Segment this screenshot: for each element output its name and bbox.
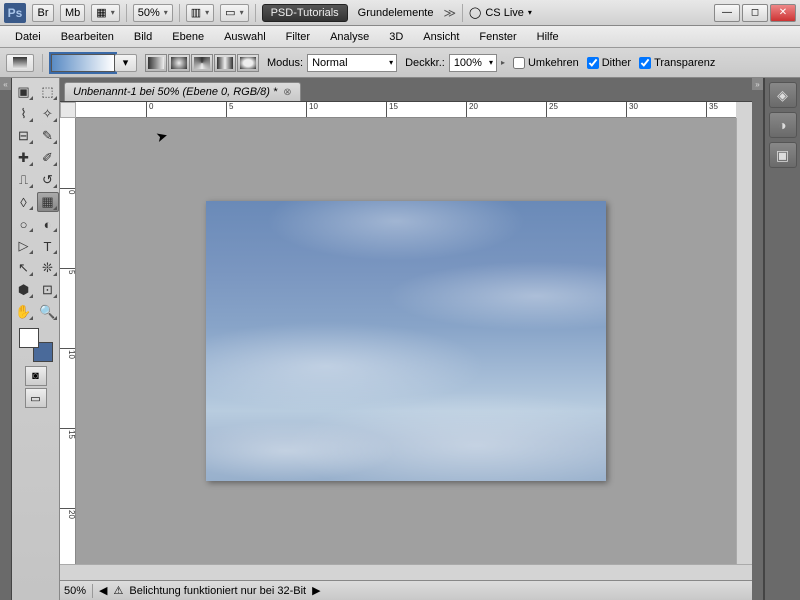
document-area: Unbenannt-1 bei 50% (Ebene 0, RGB/8) * ⊗… (60, 78, 752, 600)
menu-bild[interactable]: Bild (125, 28, 161, 46)
workspace-more-icon[interactable]: ≫ (443, 6, 456, 20)
document-tab-close-icon[interactable]: ⊗ (283, 87, 291, 98)
opacity-flyout-icon[interactable]: ▸ (501, 58, 505, 67)
dither-checkbox[interactable]: Dither (587, 57, 631, 69)
menu-filter[interactable]: Filter (277, 28, 319, 46)
ruler-origin[interactable] (60, 102, 76, 118)
gradient-type-group (145, 54, 259, 72)
screenmode-dropdown[interactable]: ▭ (220, 4, 248, 22)
adjustments-panel-icon[interactable]: ◑ (769, 112, 797, 138)
arrange-dropdown[interactable]: ▥ (186, 4, 214, 22)
gradient-linear[interactable] (145, 54, 167, 72)
tool-hand[interactable]: ✋ (13, 302, 35, 322)
tool-blur[interactable]: ○ (13, 214, 35, 234)
ruler-horizontal[interactable]: 505101520253035 (76, 102, 736, 118)
scrollbar-vertical[interactable] (736, 118, 752, 564)
right-collapse-strip[interactable]: » (752, 78, 764, 600)
tool-type[interactable]: T (37, 236, 59, 256)
view-extras-dropdown[interactable]: ▦ (91, 4, 119, 22)
quickmask-button[interactable]: ◙ (25, 366, 47, 386)
app-logo: Ps (4, 3, 26, 23)
menu-ansicht[interactable]: Ansicht (414, 28, 468, 46)
tool-zoom[interactable]: 🔍 (37, 302, 59, 322)
gradient-picker-dropdown[interactable]: ▾ (115, 54, 137, 72)
tool-heal[interactable]: ✚ (13, 148, 35, 168)
status-zoom[interactable]: 50% (64, 585, 86, 597)
status-bar: 50% ◀ ⚠ Belichtung funktioniert nur bei … (60, 580, 752, 600)
canvas-image[interactable] (206, 201, 606, 481)
tool-brush[interactable]: ✐ (37, 148, 59, 168)
options-bar: ▾ ➤ Modus: Normal Deckkr.: 100% ▸ Umkehr… (0, 48, 800, 78)
foreground-swatch[interactable] (19, 328, 39, 348)
tool-marquee[interactable]: ⬚ (37, 82, 59, 102)
reverse-checkbox[interactable]: Umkehren (513, 57, 579, 69)
left-collapse-strip[interactable]: « (0, 78, 12, 600)
menu-hilfe[interactable]: Hilfe (528, 28, 568, 46)
maximize-button[interactable]: ◻ (742, 4, 768, 22)
gradient-radial[interactable] (168, 54, 190, 72)
tool-move[interactable]: ▣ (13, 82, 35, 102)
tool-stamp[interactable]: ⎍ (13, 170, 35, 190)
transparency-checkbox[interactable]: Transparenz (639, 57, 715, 69)
masks-panel-icon[interactable]: ▣ (769, 142, 797, 168)
tool-lasso[interactable]: ⌇ (13, 104, 35, 124)
gradient-reflected[interactable] (214, 54, 236, 72)
cslive-icon: ◯ (469, 6, 481, 19)
minimize-button[interactable]: — (714, 4, 740, 22)
gradient-angle[interactable] (191, 54, 213, 72)
tool-panel: ▣⬚⌇✧⊟✎✚✐⎍↺◊▦○◐▷T↖❊⬢⊡✋🔍 ◙ ▭ (12, 78, 60, 600)
opacity-label: Deckkr.: (405, 57, 445, 69)
menu-auswahl[interactable]: Auswahl (215, 28, 275, 46)
menu-3d[interactable]: 3D (380, 28, 412, 46)
document-tab-label: Unbenannt-1 bei 50% (Ebene 0, RGB/8) * (73, 86, 277, 98)
canvas-viewport[interactable] (76, 118, 736, 564)
tool-eraser[interactable]: ◊ (13, 192, 35, 212)
document-tab-bar: Unbenannt-1 bei 50% (Ebene 0, RGB/8) * ⊗ (60, 78, 752, 102)
tool-3d[interactable]: ⬢ (13, 280, 35, 300)
tool-pen[interactable]: ▷ (13, 236, 35, 256)
tool-history[interactable]: ↺ (37, 170, 59, 190)
zoom-dropdown[interactable]: 50% (133, 4, 173, 22)
tool-wand[interactable]: ✧ (37, 104, 59, 124)
tool-gradient[interactable]: ▦ (37, 192, 59, 212)
menu-bar: Datei Bearbeiten Bild Ebene Auswahl Filt… (0, 26, 800, 48)
tool-crop[interactable]: ⊟ (13, 126, 35, 146)
scrollbar-horizontal[interactable] (60, 564, 752, 580)
tool-dodge[interactable]: ◐ (37, 214, 59, 234)
status-warning-icon: ⚠ (114, 584, 124, 597)
mode-combo[interactable]: Normal (307, 54, 397, 72)
layers-panel-icon[interactable]: ◈ (769, 82, 797, 108)
menu-bearbeiten[interactable]: Bearbeiten (52, 28, 123, 46)
close-button[interactable]: ✕ (770, 4, 796, 22)
workspace-psdtutorials[interactable]: PSD-Tutorials (262, 4, 348, 22)
title-bar: Ps Br Mb ▦ 50% ▥ ▭ PSD-Tutorials Grundel… (0, 0, 800, 26)
tool-shape[interactable]: ❊ (37, 258, 59, 278)
bridge-button[interactable]: Br (32, 4, 54, 22)
tool-3dcam[interactable]: ⊡ (37, 280, 59, 300)
opacity-combo[interactable]: 100% (449, 54, 497, 72)
menu-ebene[interactable]: Ebene (163, 28, 213, 46)
ruler-vertical[interactable]: 505101520 (60, 118, 76, 564)
screenmode-button[interactable]: ▭ (25, 388, 47, 408)
status-flyout-icon[interactable]: ▶ (312, 584, 320, 597)
cslive-button[interactable]: ◯ CS Live ▾ (469, 6, 532, 19)
menu-analyse[interactable]: Analyse (321, 28, 378, 46)
menu-fenster[interactable]: Fenster (470, 28, 525, 46)
gradient-diamond[interactable] (237, 54, 259, 72)
color-swatches[interactable] (19, 328, 53, 362)
workspace-grundelemente[interactable]: Grundelemente (354, 7, 438, 19)
document-tab[interactable]: Unbenannt-1 bei 50% (Ebene 0, RGB/8) * ⊗ (64, 82, 301, 101)
mode-label: Modus: (267, 57, 303, 69)
status-message: Belichtung funktioniert nur bei 32-Bit (129, 585, 306, 597)
tool-path[interactable]: ↖ (13, 258, 35, 278)
workspace: « ▣⬚⌇✧⊟✎✚✐⎍↺◊▦○◐▷T↖❊⬢⊡✋🔍 ◙ ▭ Unbenannt-1… (0, 78, 800, 600)
gradient-picker[interactable] (51, 54, 115, 72)
tool-preset-picker[interactable] (6, 54, 34, 72)
menu-datei[interactable]: Datei (6, 28, 50, 46)
minibridge-button[interactable]: Mb (60, 4, 85, 22)
right-panel-dock: ◈ ◑ ▣ (764, 78, 800, 600)
tool-eyedropper[interactable]: ✎ (37, 126, 59, 146)
status-nav-icon[interactable]: ◀ (99, 584, 107, 597)
